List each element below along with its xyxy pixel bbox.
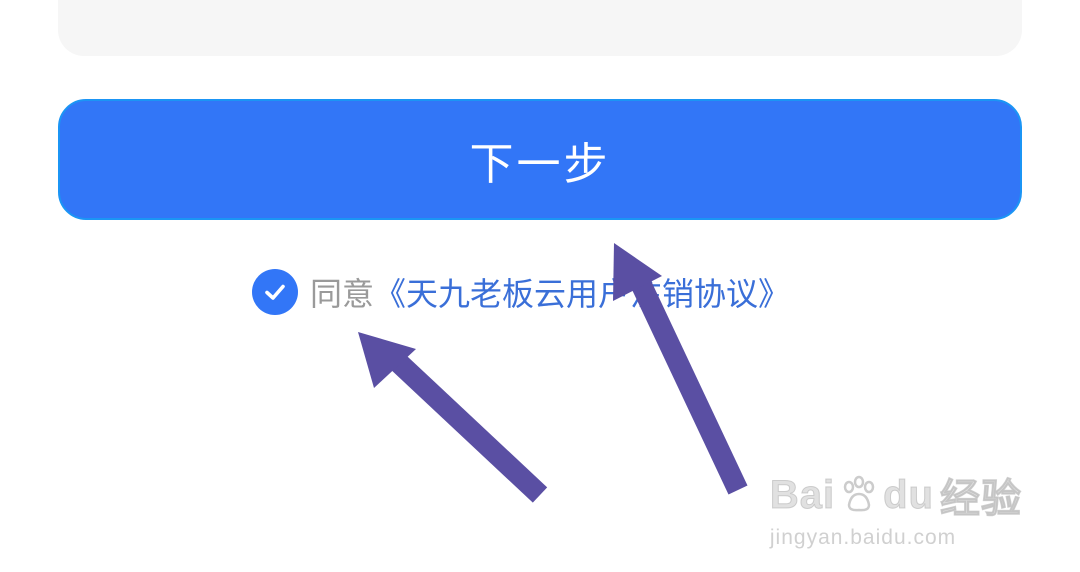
- next-step-label: 下一步: [469, 138, 611, 190]
- check-icon: [265, 284, 285, 300]
- agree-checkbox[interactable]: [252, 269, 298, 315]
- watermark-url: jingyan.baidu.com: [769, 526, 957, 549]
- next-step-button[interactable]: 下一步: [58, 99, 1022, 220]
- agreement-row: 同意 《天九老板云用户注销协议》: [252, 268, 790, 316]
- baidu-jingyan-watermark: Bai du 经验 jingyan.baidu.com: [769, 466, 1022, 550]
- agree-text: 同意: [310, 275, 375, 313]
- paw-icon: [843, 475, 875, 512]
- input-panel: [58, 0, 1022, 56]
- watermark-brand: Bai du 经验: [769, 472, 1022, 522]
- arrow-icon: [358, 332, 548, 503]
- agreement-link[interactable]: 《天九老板云用户注销协议》: [374, 269, 790, 315]
